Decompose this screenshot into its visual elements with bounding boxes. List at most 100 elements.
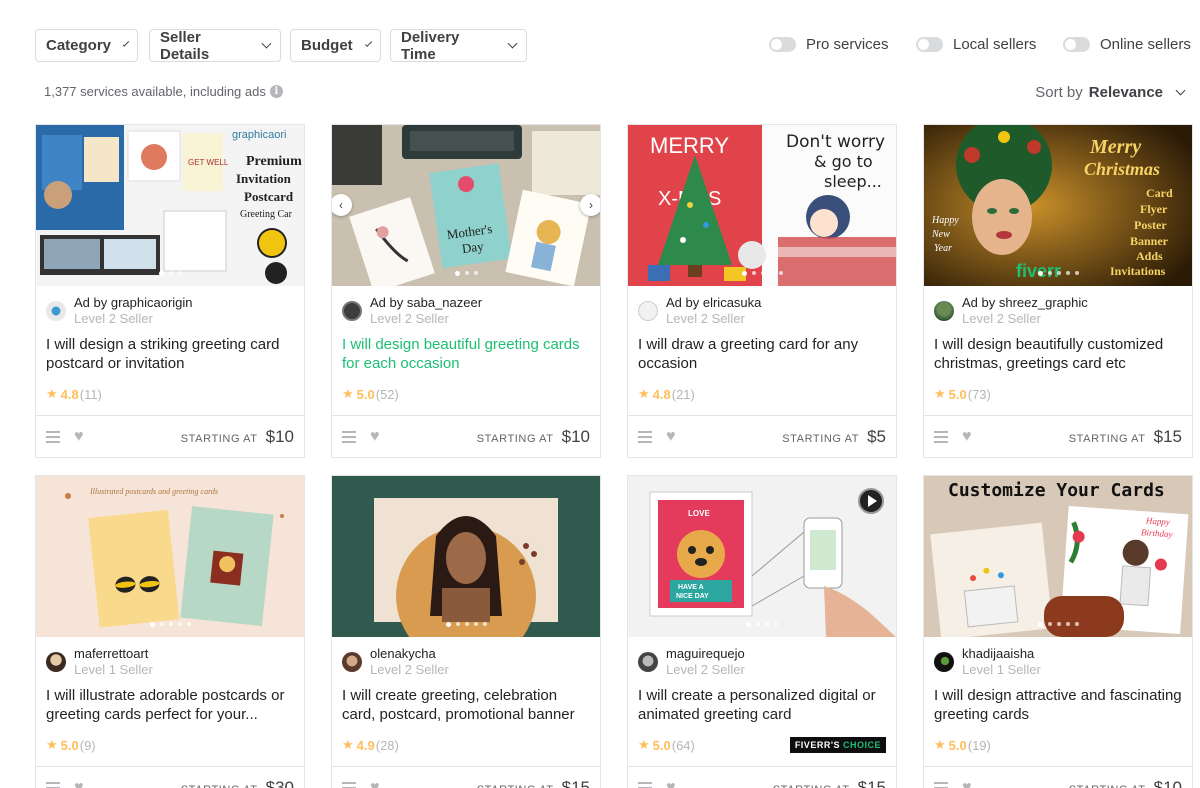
heart-icon[interactable]: ♥ [666, 428, 676, 446]
carousel-dots[interactable] [924, 622, 1192, 627]
avatar[interactable] [638, 301, 658, 321]
toggle-switch[interactable] [1063, 37, 1090, 52]
carousel-dots[interactable] [332, 271, 600, 276]
list-icon[interactable] [342, 781, 356, 788]
gig-thumbnail[interactable]: Customize Your Cards Happy Birthday [924, 476, 1192, 637]
list-icon[interactable] [46, 430, 60, 443]
thumb-text: New [931, 229, 950, 240]
seller-details-filter[interactable]: Seller Details [149, 29, 281, 63]
gig-title[interactable]: I will design attractive and fascinating… [924, 678, 1192, 732]
gig-title[interactable]: I will illustrate adorable postcards or … [36, 678, 304, 732]
price-block[interactable]: STARTING AT $5 [782, 427, 886, 447]
carousel-dots[interactable] [924, 271, 1192, 276]
category-filter[interactable]: Category [35, 29, 138, 62]
gig-title[interactable]: I will create greeting, celebration card… [332, 678, 600, 732]
list-icon[interactable] [934, 430, 948, 443]
toggle-switch[interactable] [916, 37, 943, 52]
carousel-dots[interactable] [36, 271, 304, 276]
gig-thumbnail[interactable]: LOVE HAVE A NICE DAY [628, 476, 896, 637]
gig-card[interactable]: Customize Your Cards Happy Birthday khad… [923, 475, 1193, 788]
avatar[interactable] [342, 301, 362, 321]
gig-title[interactable]: I will design beautiful greeting cards f… [332, 327, 600, 381]
price-block[interactable]: STARTING AT $15 [773, 778, 886, 788]
price-block[interactable]: STARTING AT $10 [477, 427, 590, 447]
gig-thumbnail[interactable]: Mother's Day ‹ › [332, 125, 600, 286]
gig-thumbnail[interactable]: GET WELL graphicaori Premium Invitation … [36, 125, 304, 286]
seller-name[interactable]: Ad by shreez_graphic [962, 295, 1088, 311]
carousel-dots[interactable] [628, 271, 896, 276]
local-sellers-toggle[interactable]: Local sellers [916, 36, 1036, 53]
price-block[interactable]: STARTING AT $30 [181, 778, 294, 788]
gig-card[interactable]: Mother's Day ‹ › Ad by saba_nazeer Level… [331, 124, 601, 458]
toggle-switch[interactable] [769, 37, 796, 52]
gig-title[interactable]: I will draw a greeting card for any occa… [628, 327, 896, 381]
seller-name[interactable]: Ad by elricasuka [666, 295, 761, 311]
gig-price: $30 [265, 777, 294, 788]
seller-info: Ad by elricasuka Level 2 Seller [628, 286, 896, 327]
play-icon[interactable] [858, 488, 884, 514]
seller-level: Level 2 Seller [666, 662, 745, 677]
gig-card[interactable]: MERRY X-MAS Don't worry & go to sleep...… [627, 124, 897, 458]
delivery-time-filter[interactable]: Delivery Time [390, 29, 527, 63]
price-block[interactable]: STARTING AT $15 [1069, 427, 1182, 447]
seller-name[interactable]: maferrettoart [74, 646, 153, 662]
avatar[interactable] [342, 652, 362, 672]
price-block[interactable]: STARTING AT $10 [181, 427, 294, 447]
price-block[interactable]: STARTING AT $10 [1069, 778, 1182, 788]
carousel-dots[interactable] [628, 622, 896, 627]
gig-image-graphicaorigin: GET WELL graphicaori Premium Invitation … [36, 125, 304, 286]
gig-card[interactable]: GET WELL graphicaori Premium Invitation … [35, 124, 305, 458]
gig-thumbnail[interactable]: Illustrated postcards and greeting cards [36, 476, 304, 637]
carousel-dots[interactable] [36, 622, 304, 627]
gig-thumbnail[interactable] [332, 476, 600, 637]
rating-score: 5.0 [356, 386, 375, 402]
gig-thumbnail[interactable]: MERRY X-MAS Don't worry & go to sleep... [628, 125, 896, 286]
thumb-title: Christmas [1084, 159, 1160, 179]
avatar[interactable] [46, 301, 66, 321]
heart-icon[interactable]: ♥ [962, 428, 972, 446]
gig-card[interactable]: LOVE HAVE A NICE DAY maguirequejo Level … [627, 475, 897, 788]
avatar[interactable] [46, 652, 66, 672]
heart-icon[interactable]: ♥ [74, 428, 84, 446]
seller-name[interactable]: olenakycha [370, 646, 449, 662]
carousel-next-arrow[interactable]: › [580, 194, 600, 216]
gig-card[interactable]: Illustrated postcards and greeting cards… [35, 475, 305, 788]
avatar[interactable] [638, 652, 658, 672]
heart-icon[interactable]: ♥ [370, 428, 380, 446]
gig-title[interactable]: I will design a striking greeting card p… [36, 327, 304, 381]
seller-level: Level 2 Seller [370, 662, 449, 677]
list-icon[interactable] [638, 430, 652, 443]
heart-icon[interactable]: ♥ [74, 779, 84, 788]
rating-score: 4.8 [60, 386, 79, 402]
seller-name[interactable]: Ad by graphicaorigin [74, 295, 193, 311]
gig-thumbnail[interactable]: Merry Christmas Card Flyer Poster Banner… [924, 125, 1192, 286]
seller-name[interactable]: khadijaaisha [962, 646, 1041, 662]
online-sellers-toggle[interactable]: Online sellers [1063, 36, 1191, 53]
avatar[interactable] [934, 652, 954, 672]
review-count: (28) [375, 737, 399, 753]
star-icon: ★ [638, 737, 650, 752]
carousel-dots[interactable] [332, 622, 600, 627]
gig-card[interactable]: olenakycha Level 2 Seller I will create … [331, 475, 601, 788]
gig-card[interactable]: Merry Christmas Card Flyer Poster Banner… [923, 124, 1193, 458]
list-icon[interactable] [342, 430, 356, 443]
pro-services-toggle[interactable]: Pro services [769, 36, 889, 53]
sort-dropdown[interactable]: Sort by Relevance [1035, 84, 1186, 101]
heart-icon[interactable]: ♥ [370, 779, 380, 788]
avatar[interactable] [934, 301, 954, 321]
gig-title[interactable]: I will design beautifully customized chr… [924, 327, 1192, 381]
thumb-text: Greeting Car [240, 209, 293, 220]
list-icon[interactable] [46, 781, 60, 788]
review-count: (73) [967, 386, 991, 402]
list-icon[interactable] [934, 781, 948, 788]
price-block[interactable]: STARTING AT $15 [477, 778, 590, 788]
heart-icon[interactable]: ♥ [962, 779, 972, 788]
badge-text: FIVERR'S [794, 740, 840, 750]
gig-title[interactable]: I will create a personalized digital or … [628, 678, 896, 732]
list-icon[interactable] [638, 781, 652, 788]
budget-filter[interactable]: Budget [290, 29, 381, 62]
seller-name[interactable]: maguirequejo [666, 646, 745, 662]
seller-name[interactable]: Ad by saba_nazeer [370, 295, 482, 311]
heart-icon[interactable]: ♥ [666, 779, 676, 788]
info-icon[interactable]: i [269, 85, 283, 98]
